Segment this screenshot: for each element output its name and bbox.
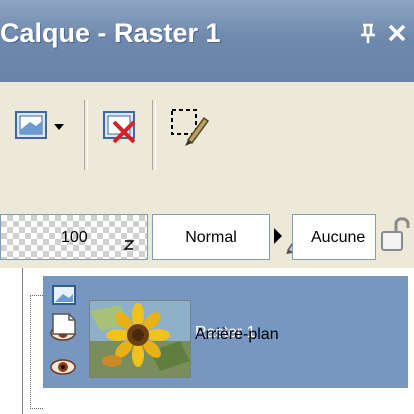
opacity-slider-handle[interactable]	[123, 237, 135, 256]
mask-value: Aucune	[311, 229, 366, 246]
opacity-field[interactable]: 100	[0, 214, 148, 260]
eye-icon[interactable]	[49, 356, 77, 383]
layer-group-bracket	[30, 295, 43, 409]
delete-layer-button[interactable]	[100, 108, 144, 153]
palette-title-bar[interactable]: Calque - Raster 1	[0, 0, 414, 82]
sunflower-thumbnail-icon	[90, 301, 190, 377]
background-layer-icon	[51, 312, 79, 343]
toolbar-separator	[152, 100, 156, 170]
new-layer-icon	[15, 111, 64, 139]
blend-mode-select[interactable]: Normal	[152, 214, 270, 260]
lock-icon[interactable]	[380, 214, 412, 259]
layer-row-arriere-plan[interactable]: Arrière-plan	[43, 298, 408, 404]
layers-palette: Calque - Raster 1 100 Normal Aucune Rast…	[0, 0, 414, 414]
layer-name: Arrière-plan	[195, 326, 279, 343]
close-icon[interactable]	[383, 22, 411, 51]
blend-mode-value: Normal	[185, 229, 237, 246]
edit-selection-icon	[171, 109, 210, 146]
palette-title: Calque - Raster 1	[0, 18, 221, 48]
opacity-value: 100	[61, 229, 88, 246]
toolbar-separator	[84, 100, 88, 170]
new-layer-button[interactable]	[14, 108, 70, 153]
blend-mode-arrow-icon[interactable]	[274, 228, 282, 244]
mask-select[interactable]: Aucune	[292, 214, 376, 260]
edit-selection-button[interactable]	[168, 104, 212, 153]
pin-icon[interactable]	[354, 22, 382, 54]
delete-layer-icon	[103, 111, 136, 144]
layer-thumbnail	[89, 300, 191, 378]
